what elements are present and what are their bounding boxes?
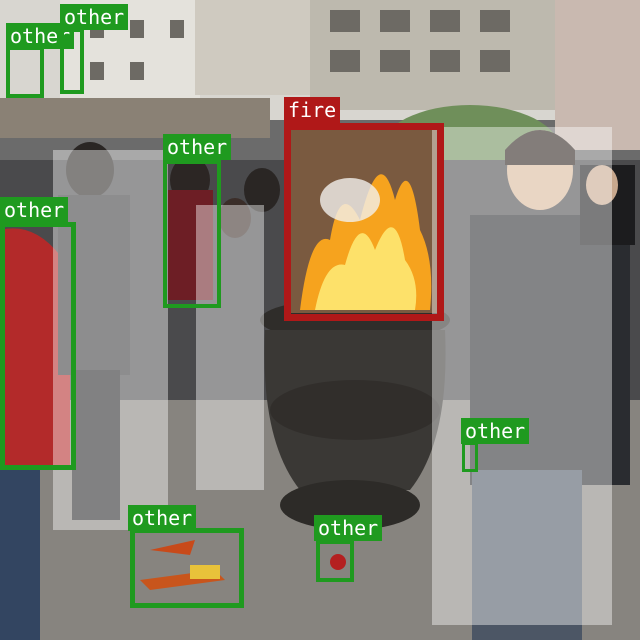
detection-box	[0, 222, 76, 470]
detection-label: other	[128, 505, 197, 531]
detection-label: other	[461, 418, 530, 444]
detection-box	[316, 540, 354, 582]
detection-label: other	[60, 4, 129, 30]
photo-scene: other other fire other other other other…	[0, 0, 640, 640]
detection-label: fire	[284, 97, 341, 123]
detection-label: other	[314, 515, 383, 541]
detection-label: other	[0, 197, 69, 223]
detection-box	[284, 123, 444, 321]
detection-box	[60, 28, 84, 94]
detection-box	[130, 528, 244, 608]
detection-box	[6, 46, 44, 98]
detection-label: other	[163, 134, 232, 160]
detection-box	[462, 442, 478, 472]
detection-box	[163, 160, 221, 308]
mask-veil	[432, 127, 612, 625]
